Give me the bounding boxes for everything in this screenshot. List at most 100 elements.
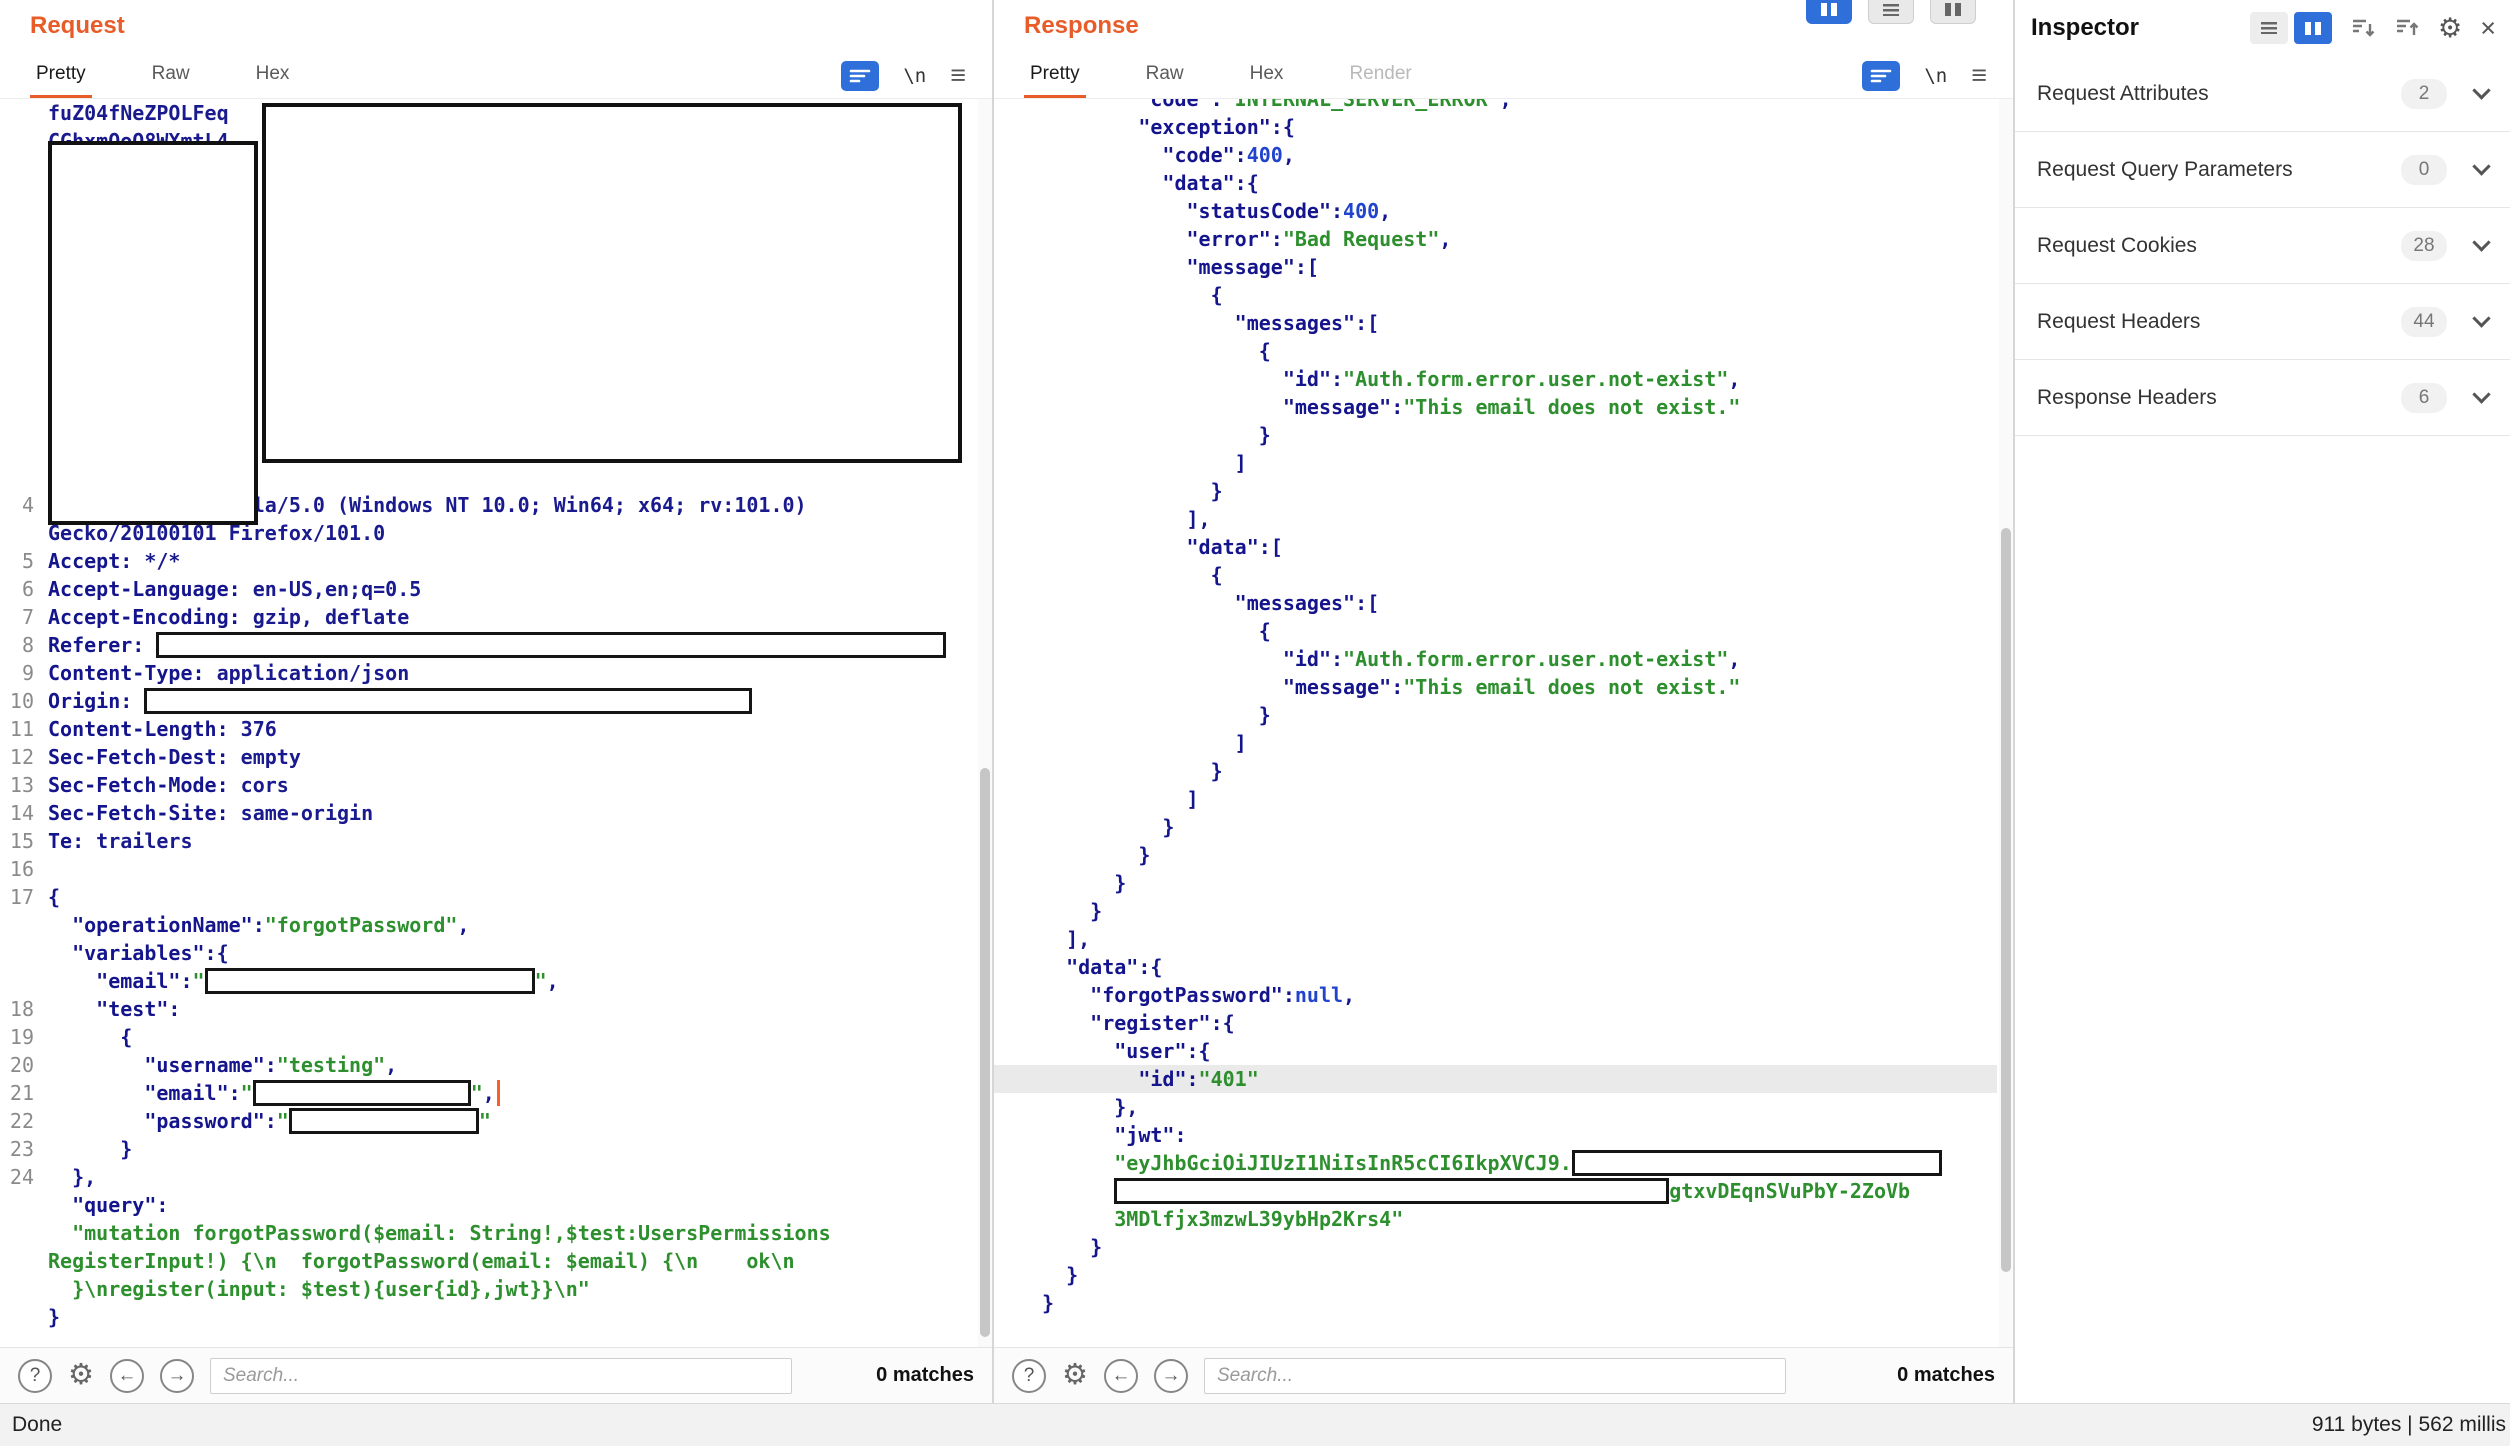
code-token bbox=[1042, 955, 1066, 979]
code-token: Accept: bbox=[48, 549, 132, 573]
next-match-button[interactable]: → bbox=[1154, 1359, 1188, 1393]
response-tab-pretty[interactable]: Pretty bbox=[1024, 53, 1086, 98]
word-wrap-toggle-button[interactable] bbox=[841, 61, 879, 91]
inspector-section-request-query-parameters[interactable]: Request Query Parameters0 bbox=[2015, 132, 2510, 208]
code-token: "id" bbox=[1283, 367, 1331, 391]
show-newlines-button[interactable]: \n bbox=[1924, 65, 1947, 87]
layout-stacked-button[interactable] bbox=[1868, 0, 1914, 24]
code-token: }, bbox=[48, 1165, 96, 1189]
code-token: "data" bbox=[1162, 171, 1234, 195]
match-count: 0 matches bbox=[1897, 1364, 1995, 1387]
line-number: 10 bbox=[8, 687, 34, 715]
prev-match-button[interactable]: ← bbox=[110, 1359, 144, 1393]
code-token bbox=[1042, 1179, 1114, 1203]
layout-tabs-button[interactable] bbox=[1930, 0, 1976, 24]
code-line: } bbox=[994, 477, 1997, 505]
line-number: 12 bbox=[8, 743, 34, 771]
redaction-box bbox=[205, 968, 535, 994]
code-token: Te: bbox=[48, 829, 84, 853]
chevron-down-icon bbox=[2472, 385, 2490, 403]
code-line: 17{ bbox=[0, 883, 976, 911]
code-token: ] bbox=[1042, 731, 1247, 755]
columns-icon bbox=[1821, 3, 1837, 16]
layout-toggle-group bbox=[1806, 0, 1976, 24]
vertical-scrollbar[interactable] bbox=[978, 99, 992, 1347]
code-line: } bbox=[994, 701, 1997, 729]
code-token bbox=[1042, 535, 1187, 559]
inspector-section-response-headers[interactable]: Response Headers6 bbox=[2015, 360, 2510, 436]
inspector-section-request-cookies[interactable]: Request Cookies28 bbox=[2015, 208, 2510, 284]
code-token: : bbox=[180, 969, 192, 993]
code-token: { bbox=[1042, 339, 1271, 363]
code-token: "message" bbox=[1187, 255, 1295, 279]
code-token: RegisterInput!) {\n forgotPassword(email… bbox=[48, 1249, 795, 1273]
code-token: " bbox=[535, 969, 547, 993]
code-token: ] bbox=[1042, 451, 1247, 475]
code-line: "register":{ bbox=[994, 1009, 1997, 1037]
code-token bbox=[1042, 591, 1235, 615]
inspector-section-request-attributes[interactable]: Request Attributes2 bbox=[2015, 56, 2510, 132]
prev-match-button[interactable]: ← bbox=[1104, 1359, 1138, 1393]
search-input[interactable] bbox=[1204, 1358, 1786, 1394]
code-token: " bbox=[241, 1081, 253, 1105]
code-token: : bbox=[1283, 983, 1295, 1007]
code-token: { bbox=[48, 1025, 132, 1049]
code-token: "variables" bbox=[72, 941, 204, 965]
request-tab-pretty[interactable]: Pretty bbox=[30, 53, 92, 98]
response-tab-raw[interactable]: Raw bbox=[1140, 53, 1190, 98]
line-number: 14 bbox=[8, 799, 34, 827]
code-token: Mozilla/5.0 (Windows NT 10.0; Win64; x64… bbox=[180, 493, 806, 517]
request-tab-raw[interactable]: Raw bbox=[146, 53, 196, 98]
scrollbar-thumb[interactable] bbox=[980, 768, 990, 1337]
collapse-all-icon[interactable] bbox=[2350, 15, 2376, 41]
word-wrap-toggle-button[interactable] bbox=[1862, 61, 1900, 91]
code-line: "messages":[ bbox=[994, 309, 1997, 337]
inspector-section-request-headers[interactable]: Request Headers44 bbox=[2015, 284, 2510, 360]
code-line: "id":"Auth.form.error.user.not-exist", bbox=[994, 645, 1997, 673]
code-token: : bbox=[265, 1053, 277, 1077]
help-icon[interactable]: ? bbox=[1012, 1359, 1046, 1393]
code-line: 6Accept-Language: en-US,en;q=0.5 bbox=[0, 575, 976, 603]
request-editor[interactable]: fuZ04fNeZPOLFeqCGhxmOoQ8WXmtL44User-Agen… bbox=[0, 99, 976, 1347]
inspector-columns-view-button[interactable] bbox=[2294, 12, 2332, 44]
code-token: : bbox=[156, 1193, 168, 1217]
layout-columns-button[interactable] bbox=[1806, 0, 1852, 24]
line-number: 19 bbox=[8, 1023, 34, 1051]
inspector-header: Inspector ⚙ × bbox=[2015, 0, 2510, 56]
inspector-list-view-button[interactable] bbox=[2250, 12, 2288, 44]
code-line: "user":{ bbox=[994, 1037, 1997, 1065]
next-match-button[interactable]: → bbox=[160, 1359, 194, 1393]
editor-menu-icon[interactable]: ≡ bbox=[950, 62, 966, 89]
vertical-scrollbar[interactable] bbox=[1999, 99, 2013, 1347]
line-number: 17 bbox=[8, 883, 34, 911]
code-line: "id":"401" bbox=[994, 1065, 1997, 1093]
response-editor[interactable]: "code":"INTERNAL_SERVER_ERROR", "excepti… bbox=[994, 99, 1997, 1347]
expand-all-icon[interactable] bbox=[2394, 15, 2420, 41]
panel-divider[interactable] bbox=[992, 0, 994, 1403]
code-token: same-origin bbox=[229, 801, 374, 825]
code-token: null bbox=[1295, 983, 1343, 1007]
show-newlines-button[interactable]: \n bbox=[903, 65, 926, 87]
search-settings-gear-icon[interactable]: ⚙ bbox=[68, 1361, 94, 1390]
response-tab-hex[interactable]: Hex bbox=[1244, 53, 1290, 98]
code-token: }\nregister(input: $test){user{id},jwt}}… bbox=[48, 1277, 590, 1301]
request-tab-hex[interactable]: Hex bbox=[250, 53, 296, 98]
code-token: : bbox=[1211, 99, 1223, 111]
scrollbar-thumb[interactable] bbox=[2001, 528, 2011, 1272]
search-settings-gear-icon[interactable]: ⚙ bbox=[1062, 1361, 1088, 1390]
editor-menu-icon[interactable]: ≡ bbox=[1971, 62, 1987, 89]
code-token bbox=[1042, 395, 1283, 419]
code-token: , bbox=[547, 969, 559, 993]
code-token: 3MDlfjx3mzwL39ybHp2Krs4" bbox=[1114, 1207, 1403, 1231]
code-token: "code" bbox=[1138, 99, 1210, 111]
code-line: 16 bbox=[0, 855, 976, 883]
code-token bbox=[1042, 115, 1138, 139]
inspector-settings-gear-icon[interactable]: ⚙ bbox=[2438, 15, 2462, 42]
code-line: 7Accept-Encoding: gzip, deflate bbox=[0, 603, 976, 631]
panel-divider[interactable] bbox=[2013, 0, 2015, 1403]
help-icon[interactable]: ? bbox=[18, 1359, 52, 1393]
code-token: :{ bbox=[1138, 955, 1162, 979]
search-input[interactable] bbox=[210, 1358, 792, 1394]
code-token bbox=[1042, 1151, 1114, 1175]
inspector-close-icon[interactable]: × bbox=[2480, 15, 2496, 42]
